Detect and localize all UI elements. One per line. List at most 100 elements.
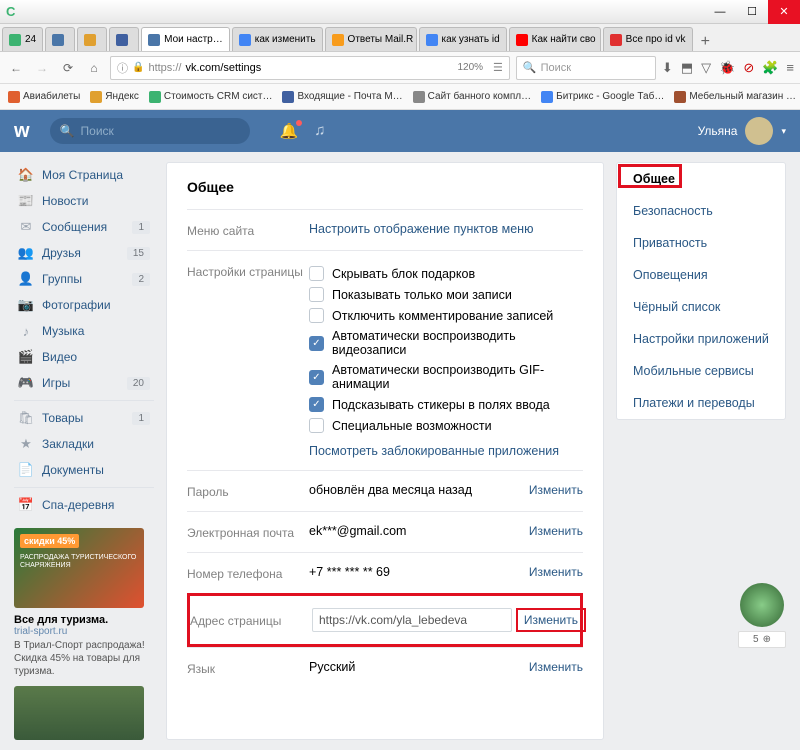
- sidebar-item[interactable]: 📅Спа-деревня: [14, 492, 154, 518]
- settings-tab[interactable]: Безопасность: [617, 195, 785, 227]
- return-top-widget[interactable]: 5 ⊕: [738, 583, 786, 648]
- close-button[interactable]: ✕: [768, 0, 800, 24]
- checkbox[interactable]: [309, 308, 324, 323]
- settings-tabs: ОбщееБезопасностьПриватностьОповещенияЧё…: [616, 162, 786, 420]
- music-icon[interactable]: ♫: [314, 122, 325, 140]
- sidebar-item-label: Друзья: [42, 246, 81, 260]
- checkbox[interactable]: ✓: [309, 397, 324, 412]
- checkbox-option[interactable]: Отключить комментирование записей: [309, 305, 583, 326]
- sidebar-item[interactable]: ♪Музыка: [14, 318, 154, 344]
- change-phone-link[interactable]: Изменить: [529, 565, 583, 579]
- separator: [14, 400, 154, 401]
- checkbox-option[interactable]: ✓Автоматически воспроизводить видеозапис…: [309, 326, 583, 360]
- browser-tab[interactable]: [45, 27, 75, 51]
- browser-tab[interactable]: [109, 27, 139, 51]
- new-tab-button[interactable]: +: [693, 33, 718, 51]
- browser-tab[interactable]: 24: [2, 27, 43, 51]
- bookmark-item[interactable]: Яндекс: [90, 91, 139, 103]
- sidebar-item[interactable]: 👤Группы2: [14, 266, 154, 292]
- sidebar-item[interactable]: 📷Фотографии: [14, 292, 154, 318]
- window-controls: — ☐ ✕: [704, 0, 800, 24]
- row-phone: Номер телефона +7 *** *** ** 69 Изменить: [187, 552, 583, 593]
- browser-tab[interactable]: Как найти сво: [509, 27, 601, 51]
- checkbox[interactable]: ✓: [309, 336, 324, 351]
- count-badge: 1: [132, 412, 150, 425]
- app-icon: C: [6, 4, 15, 19]
- sidebar-item[interactable]: 🏠Моя Страница: [14, 162, 154, 188]
- settings-tab[interactable]: Оповещения: [617, 259, 785, 291]
- browser-tab[interactable]: Ответы Mail.R: [325, 27, 417, 51]
- settings-tab[interactable]: Платежи и переводы: [617, 387, 785, 419]
- vk-search[interactable]: 🔍 Поиск: [50, 118, 250, 144]
- home-button[interactable]: ⌂: [84, 58, 104, 78]
- minimize-button[interactable]: —: [704, 0, 736, 24]
- checkbox-option[interactable]: Специальные возможности: [309, 415, 583, 436]
- change-address-link[interactable]: Изменить: [516, 608, 586, 632]
- checkbox-option[interactable]: ✓Подсказывать стикеры в полях ввода: [309, 394, 583, 415]
- checkbox[interactable]: ✓: [309, 370, 324, 385]
- option-label: Скрывать блок подарков: [332, 267, 475, 281]
- checkbox[interactable]: [309, 266, 324, 281]
- bookmark-item[interactable]: Мебельный магазин …: [674, 91, 796, 103]
- settings-tab[interactable]: Настройки приложений: [617, 323, 785, 355]
- reload-button[interactable]: ⟳: [58, 58, 78, 78]
- change-lang-link[interactable]: Изменить: [529, 660, 583, 674]
- bookmark-item[interactable]: Входящие - Почта М…: [282, 91, 402, 103]
- checkbox-option[interactable]: ✓Автоматически воспроизводить GIF-анимац…: [309, 360, 583, 394]
- plus-icon[interactable]: ⊕: [763, 634, 771, 645]
- nav-icon: 📷: [18, 297, 34, 313]
- change-email-link[interactable]: Изменить: [529, 524, 583, 538]
- checkbox[interactable]: [309, 287, 324, 302]
- notifications-icon[interactable]: 🔔: [280, 122, 299, 140]
- sidebar-item[interactable]: 👥Друзья15: [14, 240, 154, 266]
- sidebar-item[interactable]: 🛍Товары1: [14, 405, 154, 431]
- download-icon[interactable]: ⬇: [662, 60, 673, 76]
- bookmark-item[interactable]: Авиабилеты: [8, 91, 80, 103]
- sidebar-item-label: Видео: [42, 350, 77, 364]
- sidebar-item[interactable]: 📰Новости: [14, 188, 154, 214]
- ad-block[interactable]: скидки 45% РАСПРОДАЖА ТУРИСТИЧЕСКОГО СНА…: [14, 528, 154, 740]
- favicon: [52, 34, 64, 46]
- sidebar-item[interactable]: 🎬Видео: [14, 344, 154, 370]
- sidebar-item[interactable]: ✉Сообщения1: [14, 214, 154, 240]
- change-password-link[interactable]: Изменить: [529, 483, 583, 497]
- browser-tab[interactable]: как изменить: [232, 27, 323, 51]
- sidebar-item[interactable]: 🎮Игры20: [14, 370, 154, 396]
- checkbox[interactable]: [309, 418, 324, 433]
- blocked-apps-link[interactable]: Посмотреть заблокированные приложения: [309, 444, 583, 458]
- settings-tab[interactable]: Чёрный список: [617, 291, 785, 323]
- address-bar[interactable]: ⓘ 🔒 https://vk.com/settings 120% ☰: [110, 56, 510, 80]
- pocket-icon[interactable]: ▽: [701, 60, 711, 76]
- forward-button[interactable]: →: [32, 58, 52, 78]
- zoom-level[interactable]: 120%: [457, 62, 483, 73]
- bookmark-item[interactable]: Стоимость CRM сист…: [149, 91, 273, 103]
- sidebar-item[interactable]: ★Закладки: [14, 431, 154, 457]
- settings-tab[interactable]: Приватность: [617, 227, 785, 259]
- puzzle-icon[interactable]: 🧩: [762, 60, 778, 76]
- maximize-button[interactable]: ☐: [736, 0, 768, 24]
- vk-logo[interactable]: w: [14, 120, 30, 143]
- bookmark-item[interactable]: Битрикс - Google Таб…: [541, 91, 664, 103]
- sidebar-item[interactable]: 📄Документы: [14, 457, 154, 483]
- reader-icon[interactable]: ☰: [493, 61, 503, 74]
- checkbox-option[interactable]: Скрывать блок подарков: [309, 263, 583, 284]
- bookmark-label: Яндекс: [105, 91, 139, 102]
- back-button[interactable]: ←: [6, 58, 26, 78]
- page-address-input[interactable]: [312, 608, 512, 632]
- browser-tab[interactable]: [77, 27, 107, 51]
- extension-icon[interactable]: 🐞: [719, 60, 735, 76]
- browser-tab[interactable]: Мои настр…: [141, 27, 230, 51]
- library-icon[interactable]: ⬒: [681, 60, 693, 76]
- settings-tab[interactable]: Мобильные сервисы: [617, 355, 785, 387]
- checkbox-option[interactable]: Показывать только мои записи: [309, 284, 583, 305]
- browser-tab[interactable]: как узнать id: [419, 27, 507, 51]
- menu-icon[interactable]: ≡: [786, 60, 794, 76]
- menu-config-link[interactable]: Настроить отображение пунктов меню: [309, 222, 533, 236]
- browser-search[interactable]: 🔍 Поиск: [516, 56, 656, 80]
- favicon: [148, 34, 160, 46]
- block-icon[interactable]: ⊘: [743, 60, 754, 76]
- browser-tab[interactable]: Все про id vk: [603, 27, 693, 51]
- vk-user-menu[interactable]: Ульяна ▾: [698, 117, 786, 145]
- bookmark-item[interactable]: Сайт банного компл…: [413, 91, 531, 103]
- row-label: Настройки страницы: [187, 263, 309, 279]
